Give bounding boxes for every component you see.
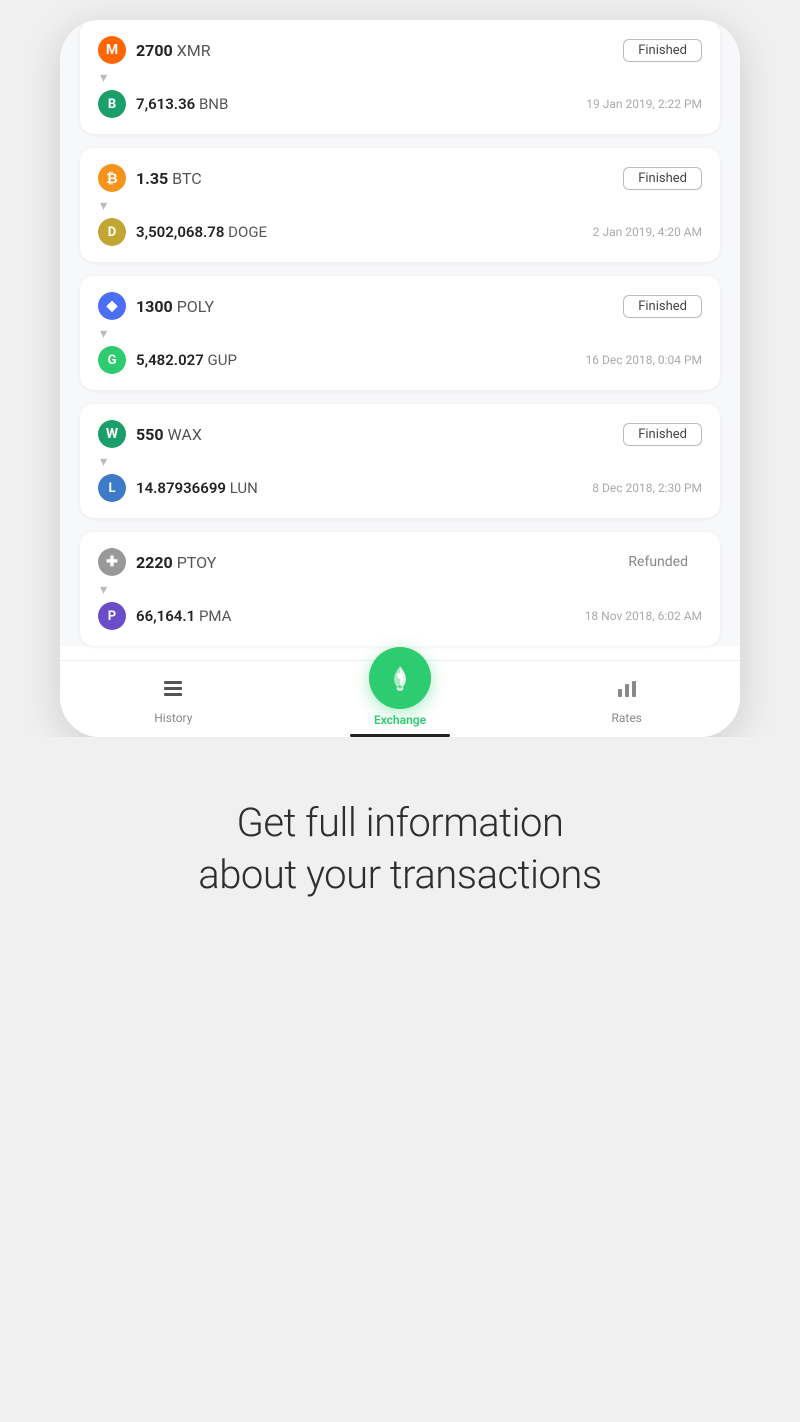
nav-history[interactable]: History: [60, 677, 287, 725]
bottom-nav: History Exchange: [60, 660, 740, 737]
tx-from: ✚ 2220 PTOY: [98, 548, 216, 576]
tx-date: 19 Jan 2019, 2:22 PM: [586, 97, 702, 111]
promo-text: Get full information about your transact…: [198, 797, 601, 901]
transaction-card[interactable]: M 2700 XMR Finished ▾ B 7,613.36 BNB 19 …: [80, 20, 720, 134]
status-badge: Finished: [623, 167, 702, 190]
tx-bottom-row: L 14.87936699 LUN 8 Dec 2018, 2:30 PM: [98, 474, 702, 502]
to-coin-icon: L: [98, 474, 126, 502]
to-coin-icon: D: [98, 218, 126, 246]
chevron-row: ▾: [98, 580, 702, 602]
tx-top-row: M 2700 XMR Finished: [98, 36, 702, 64]
nav-underline: [350, 734, 450, 737]
chevron-down-icon: ▾: [100, 454, 107, 470]
tx-top-row: ₿ 1.35 BTC Finished: [98, 164, 702, 192]
from-amount: 2700 XMR: [136, 41, 211, 60]
history-icon: [161, 677, 185, 707]
rates-icon: [615, 677, 639, 707]
transaction-card[interactable]: ✚ 2220 PTOY Refunded ▾ P 66,164.1 PMA 18…: [80, 532, 720, 646]
tx-to: G 5,482.027 GUP: [98, 346, 237, 374]
tx-from: M 2700 XMR: [98, 36, 211, 64]
promo-line1: Get full information: [237, 799, 564, 846]
from-coin-icon: ◆: [98, 292, 126, 320]
chevron-row: ▾: [98, 324, 702, 346]
tx-bottom-row: P 66,164.1 PMA 18 Nov 2018, 6:02 AM: [98, 602, 702, 630]
from-amount: 550 WAX: [136, 425, 202, 444]
status-badge: Finished: [623, 295, 702, 318]
tx-from: ◆ 1300 POLY: [98, 292, 214, 320]
phone-wrapper: M 2700 XMR Finished ▾ B 7,613.36 BNB 19 …: [60, 0, 740, 737]
tx-date: 18 Nov 2018, 6:02 AM: [585, 609, 702, 623]
tx-to: D 3,502,068.78 DOGE: [98, 218, 267, 246]
to-coin-icon: B: [98, 90, 126, 118]
tx-top-row: ◆ 1300 POLY Finished: [98, 292, 702, 320]
transaction-card[interactable]: ◆ 1300 POLY Finished ▾ G 5,482.027 GUP 1…: [80, 276, 720, 390]
to-coin-icon: P: [98, 602, 126, 630]
tx-bottom-row: G 5,482.027 GUP 16 Dec 2018, 0:04 PM: [98, 346, 702, 374]
nav-rates[interactable]: Rates: [513, 677, 740, 725]
chevron-row: ▾: [98, 196, 702, 218]
promo-section: Get full information about your transact…: [0, 737, 800, 981]
chevron-down-icon: ▾: [100, 582, 107, 598]
status-badge: Finished: [623, 39, 702, 62]
from-coin-icon: W: [98, 420, 126, 448]
tx-date: 8 Dec 2018, 2:30 PM: [592, 481, 702, 495]
transactions-list: M 2700 XMR Finished ▾ B 7,613.36 BNB 19 …: [60, 20, 740, 646]
history-label: History: [154, 711, 192, 725]
transaction-card[interactable]: ₿ 1.35 BTC Finished ▾ D 3,502,068.78 DOG…: [80, 148, 720, 262]
from-coin-icon: M: [98, 36, 126, 64]
status-badge: Refunded: [614, 551, 702, 573]
to-coin-icon: G: [98, 346, 126, 374]
from-coin-icon: ₿: [98, 164, 126, 192]
tx-top-row: ✚ 2220 PTOY Refunded: [98, 548, 702, 576]
exchange-label: Exchange: [374, 713, 426, 727]
chevron-row: ▾: [98, 68, 702, 90]
chevron-down-icon: ▾: [100, 70, 107, 86]
tx-to: P 66,164.1 PMA: [98, 602, 231, 630]
tx-bottom-row: B 7,613.36 BNB 19 Jan 2019, 2:22 PM: [98, 90, 702, 118]
tx-top-row: W 550 WAX Finished: [98, 420, 702, 448]
to-amount: 5,482.027 GUP: [136, 351, 237, 369]
tx-from: ₿ 1.35 BTC: [98, 164, 202, 192]
transaction-card[interactable]: W 550 WAX Finished ▾ L 14.87936699 LUN 8…: [80, 404, 720, 518]
to-amount: 3,502,068.78 DOGE: [136, 223, 267, 241]
from-amount: 1.35 BTC: [136, 169, 202, 188]
exchange-fab[interactable]: [369, 647, 431, 709]
chevron-row: ▾: [98, 452, 702, 474]
to-amount: 14.87936699 LUN: [136, 479, 258, 497]
tx-from: W 550 WAX: [98, 420, 202, 448]
tx-date: 16 Dec 2018, 0:04 PM: [586, 353, 702, 367]
from-coin-icon: ✚: [98, 548, 126, 576]
promo-line2: about your transactions: [198, 851, 601, 898]
to-amount: 66,164.1 PMA: [136, 607, 231, 625]
from-amount: 1300 POLY: [136, 297, 214, 316]
from-amount: 2220 PTOY: [136, 553, 216, 572]
chevron-down-icon: ▾: [100, 326, 107, 342]
tx-date: 2 Jan 2019, 4:20 AM: [593, 225, 702, 239]
chevron-down-icon: ▾: [100, 198, 107, 214]
status-badge: Finished: [623, 423, 702, 446]
rates-label: Rates: [611, 711, 641, 725]
to-amount: 7,613.36 BNB: [136, 95, 228, 113]
phone-screen: M 2700 XMR Finished ▾ B 7,613.36 BNB 19 …: [60, 20, 740, 737]
tx-to: L 14.87936699 LUN: [98, 474, 258, 502]
tx-to: B 7,613.36 BNB: [98, 90, 228, 118]
nav-exchange[interactable]: Exchange: [287, 675, 514, 727]
tx-bottom-row: D 3,502,068.78 DOGE 2 Jan 2019, 4:20 AM: [98, 218, 702, 246]
